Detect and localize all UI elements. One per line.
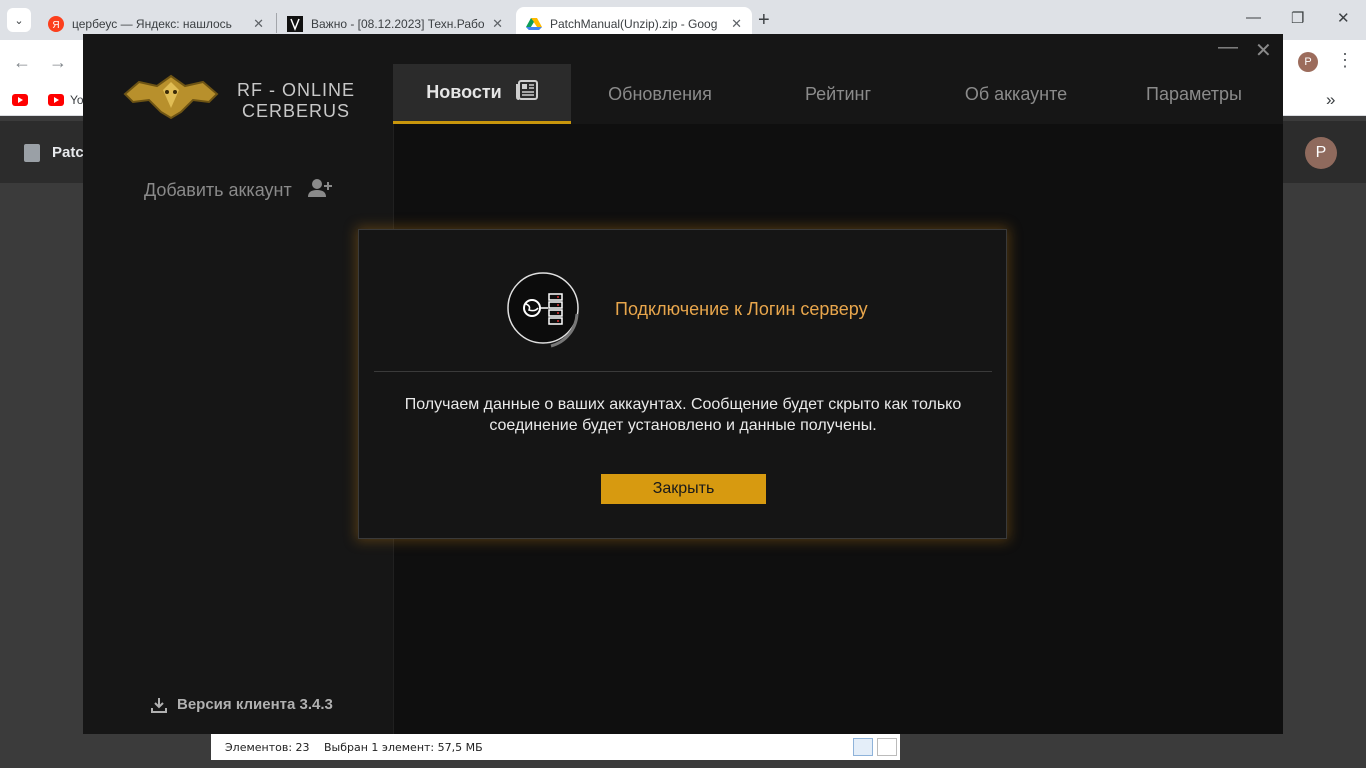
add-user-icon[interactable]	[308, 178, 332, 203]
tab-news-label: Новости	[426, 82, 502, 102]
tab-search-dropdown[interactable]: ⌄	[7, 8, 31, 32]
server-connection-icon	[507, 272, 587, 357]
chevron-down-icon: ⌄	[14, 14, 24, 27]
drive-file-title: Patc	[52, 144, 84, 161]
file-icon	[24, 144, 40, 162]
close-button[interactable]: Закрыть	[601, 474, 766, 504]
yandex-icon: Я	[48, 15, 64, 32]
explorer-status-bar: Элементов: 23 Выбран 1 элемент: 57,5 МБ	[211, 734, 900, 760]
cerberus-logo	[123, 72, 219, 125]
back-icon[interactable]: ←	[13, 52, 31, 73]
tab-title: Важно - [08.12.2023] Техн.Рабо	[311, 16, 485, 31]
tab-updates[interactable]: Обновления	[571, 64, 749, 124]
tab-settings[interactable]: Параметры	[1105, 64, 1283, 124]
youtube-icon[interactable]	[12, 94, 28, 106]
close-tab-icon[interactable]: ✕	[492, 16, 503, 32]
close-window-icon[interactable]: ✕	[1337, 9, 1350, 27]
items-count: Элементов: 23	[225, 741, 310, 754]
minimize-icon[interactable]: —	[1246, 9, 1261, 26]
close-tab-icon[interactable]: ✕	[253, 16, 264, 32]
tiles-view-icon[interactable]	[877, 738, 897, 756]
dialog-title: Подключение к Логин серверу	[615, 299, 868, 319]
new-tab-icon[interactable]: +	[758, 9, 770, 32]
download-icon	[151, 697, 167, 718]
drive-avatar[interactable]: P	[1305, 137, 1337, 169]
rf-icon	[287, 15, 303, 32]
newspaper-icon	[515, 80, 538, 105]
close-tab-icon[interactable]: ✕	[731, 16, 742, 32]
youtube-icon[interactable]	[48, 94, 64, 106]
bookmark-label[interactable]: Yo	[70, 93, 84, 107]
svg-text:Я: Я	[52, 20, 59, 31]
client-version: Версия клиента 3.4.3	[177, 696, 333, 713]
logo-line-2: CERBERUS	[241, 101, 351, 121]
dialog-message-line-2: соединение будет установлено и данные по…	[489, 417, 877, 434]
details-view-icon[interactable]	[853, 738, 873, 756]
restore-icon[interactable]: ❐	[1291, 9, 1304, 27]
tab-news[interactable]: Новости	[393, 64, 571, 124]
logo-line-1: RF - ONLINE	[236, 80, 355, 100]
bookmarks-overflow-icon[interactable]: »	[1326, 90, 1335, 110]
login-connection-dialog: Подключение к Логин серверу Получаем дан…	[358, 229, 1007, 539]
forward-icon[interactable]: →	[49, 52, 67, 73]
tab-account[interactable]: Об аккаунте	[927, 64, 1105, 124]
add-account-button[interactable]: Добавить аккаунт	[144, 180, 292, 201]
tab-title: цербеус — Яндекс: нашлось	[72, 16, 232, 31]
profile-avatar[interactable]: P	[1298, 52, 1318, 72]
more-menu-icon[interactable]: ⋮	[1336, 50, 1354, 71]
launcher-minimize-icon[interactable]: —	[1218, 36, 1238, 59]
logo-text: RF - ONLINE CERBERUS	[235, 80, 357, 122]
dialog-divider	[374, 371, 992, 372]
dialog-message-line-1: Получаем данные о ваших аккаунтах. Сообщ…	[404, 396, 962, 413]
dialog-message: Получаем данные о ваших аккаунтах. Сообщ…	[389, 394, 977, 436]
launcher-sidebar	[83, 34, 394, 734]
tab-title: PatchManual(Unzip).zip - Goog	[550, 16, 718, 31]
google-drive-icon	[526, 16, 542, 32]
tab-rating[interactable]: Рейтинг	[749, 64, 927, 124]
launcher-close-icon[interactable]: ✕	[1255, 38, 1272, 63]
selection-info: Выбран 1 элемент: 57,5 МБ	[324, 741, 483, 754]
